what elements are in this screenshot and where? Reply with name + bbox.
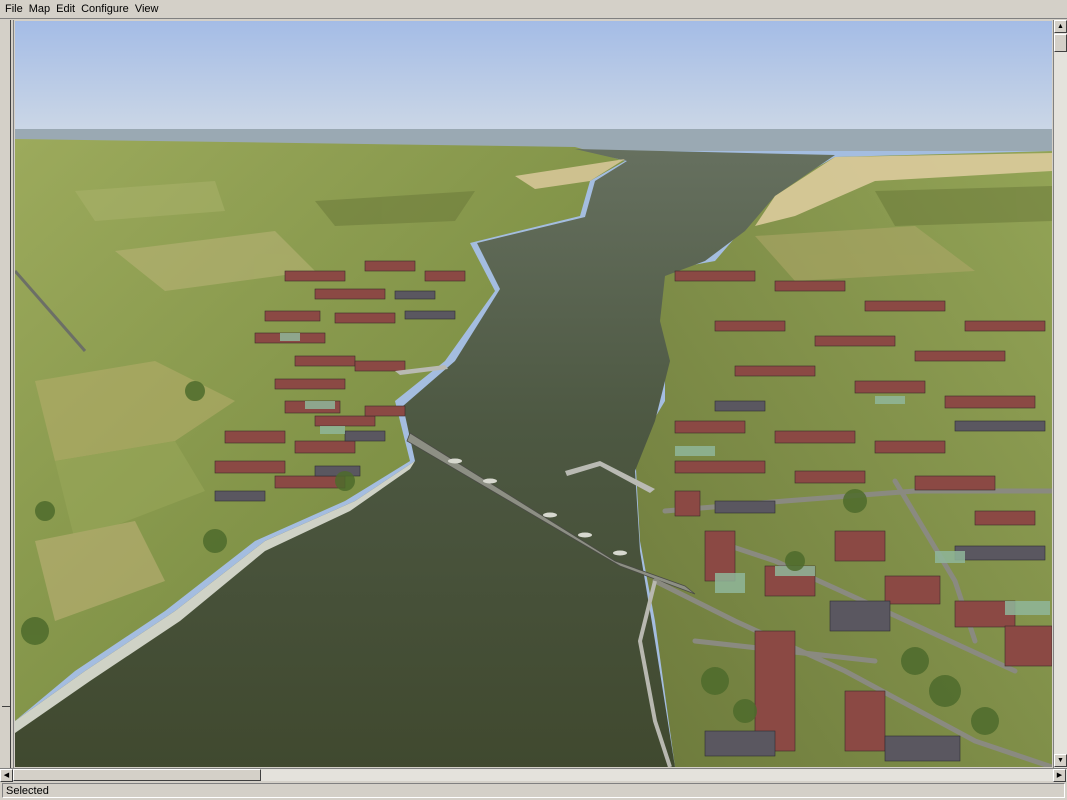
ruler-marker	[2, 706, 10, 711]
horizontal-scrollbar[interactable]: ◀ ▶	[0, 768, 1067, 782]
ruler-line	[10, 20, 11, 768]
horizontal-scroll-thumb[interactable]	[13, 769, 261, 781]
menu-bar: File Map Edit Configure View	[0, 0, 1067, 19]
terrain-render[interactable]	[15, 21, 1052, 767]
triangle-right-icon: ▶	[1056, 772, 1063, 779]
triangle-down-icon: ▼	[1057, 757, 1064, 764]
status-bar: Selected	[0, 782, 1067, 800]
menu-configure[interactable]: Configure	[78, 1, 132, 18]
scroll-left-button[interactable]: ◀	[0, 769, 13, 782]
menu-view[interactable]: View	[132, 1, 162, 18]
vertical-scrollbar[interactable]: ▲ ▼	[1053, 20, 1067, 768]
scroll-right-button[interactable]: ▶	[1053, 769, 1066, 782]
menu-file[interactable]: File	[2, 1, 26, 18]
map-editor-window: File Map Edit Configure View ▲ ▼ ◀ ▶ Sel…	[0, 0, 1067, 800]
map-3d-viewport[interactable]	[15, 21, 1052, 767]
menu-map[interactable]: Map	[26, 1, 53, 18]
scroll-down-button[interactable]: ▼	[1054, 754, 1067, 767]
vertical-scroll-thumb[interactable]	[1054, 34, 1067, 52]
triangle-up-icon: ▲	[1057, 23, 1064, 30]
status-text: Selected	[2, 783, 1065, 798]
scroll-up-button[interactable]: ▲	[1054, 20, 1067, 33]
left-ruler	[0, 20, 14, 768]
triangle-left-icon: ◀	[3, 772, 10, 779]
menu-edit[interactable]: Edit	[53, 1, 78, 18]
